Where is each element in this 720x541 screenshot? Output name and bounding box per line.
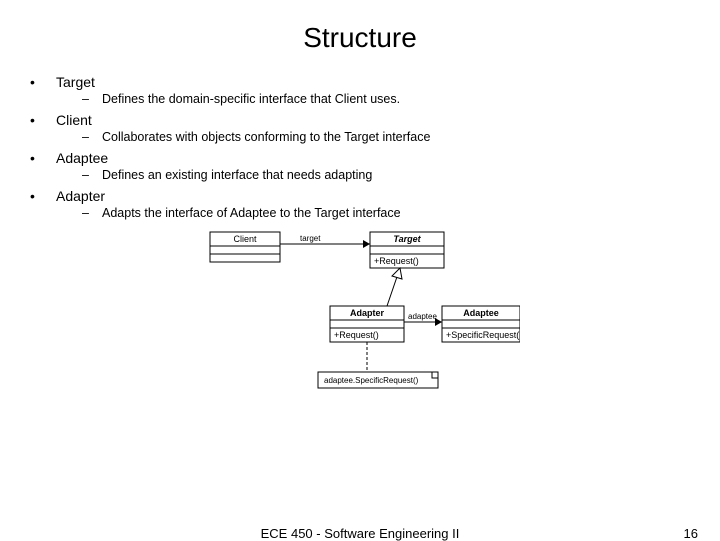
uml-client-label: Client	[233, 234, 257, 244]
uml-adaptee-op: +SpecificRequest()	[446, 330, 520, 340]
uml-assoc-target: target	[300, 234, 321, 243]
uml-target-label: Target	[393, 234, 421, 244]
dash-icon: –	[82, 168, 102, 182]
desc-adaptee: Defines an existing interface that needs…	[102, 168, 372, 182]
desc-client: Collaborates with objects conforming to …	[102, 130, 430, 144]
dash-icon: –	[82, 206, 102, 220]
uml-note-text: adaptee.SpecificRequest()	[324, 376, 419, 385]
slide-title: Structure	[0, 0, 720, 64]
bullet-icon: •	[30, 74, 56, 90]
dash-icon: –	[82, 92, 102, 106]
footer-page-number: 16	[684, 526, 698, 541]
desc-adapter: Adapts the interface of Adaptee to the T…	[102, 206, 401, 220]
term-client: Client	[56, 112, 92, 128]
uml-adaptee-label: Adaptee	[463, 308, 499, 318]
bullet-list: • Target – Defines the domain-specific i…	[30, 74, 690, 220]
list-item: • Adaptee – Defines an existing interfac…	[30, 150, 690, 182]
list-item: • Adapter – Adapts the interface of Adap…	[30, 188, 690, 220]
bullet-icon: •	[30, 188, 56, 204]
desc-target: Defines the domain-specific interface th…	[102, 92, 400, 106]
uml-assoc-adaptee: adaptee	[408, 312, 437, 321]
footer-course: ECE 450 - Software Engineering II	[0, 526, 720, 541]
bullet-icon: •	[30, 112, 56, 128]
uml-target-op: +Request()	[374, 256, 419, 266]
bullet-icon: •	[30, 150, 56, 166]
term-adapter: Adapter	[56, 188, 105, 204]
list-item: • Target – Defines the domain-specific i…	[30, 74, 690, 106]
dash-icon: –	[82, 130, 102, 144]
term-adaptee: Adaptee	[56, 150, 108, 166]
term-target: Target	[56, 74, 95, 90]
list-item: • Client – Collaborates with objects con…	[30, 112, 690, 144]
slide-content: • Target – Defines the domain-specific i…	[0, 64, 720, 401]
uml-diagram: Client Target +Request() target Adapter …	[200, 226, 520, 401]
uml-adapter-op: +Request()	[334, 330, 379, 340]
uml-adapter-label: Adapter	[350, 308, 385, 318]
